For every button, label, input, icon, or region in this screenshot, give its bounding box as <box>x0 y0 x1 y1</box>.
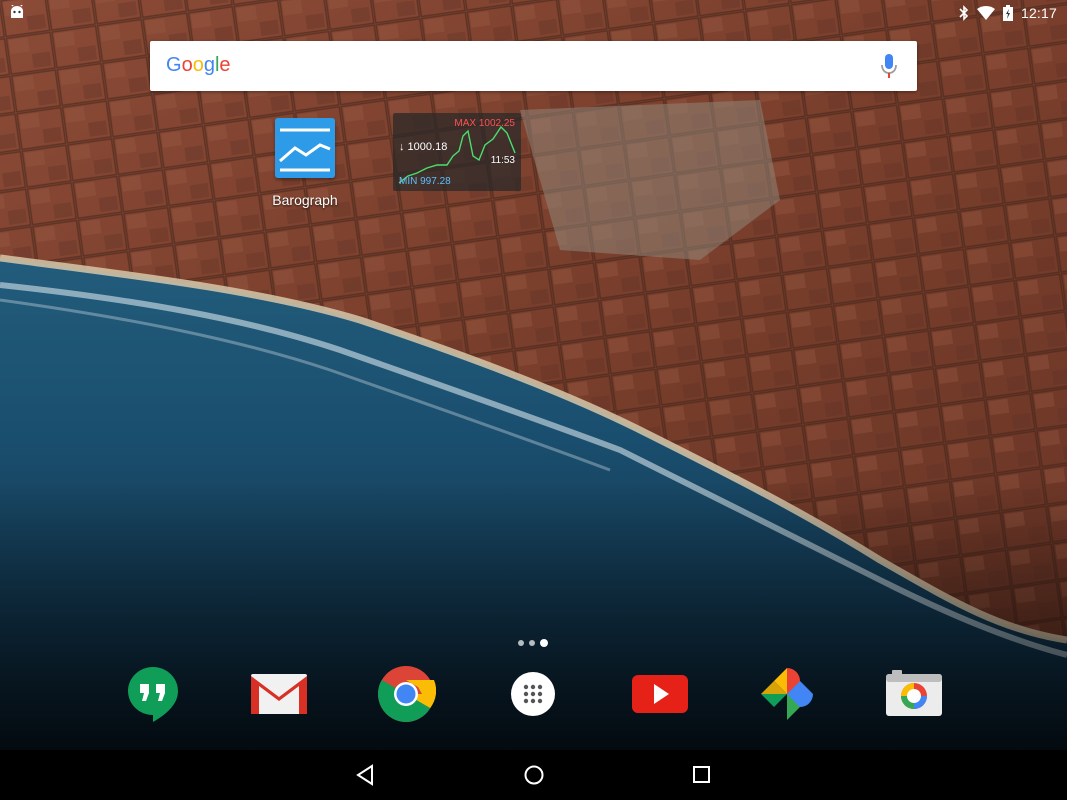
widget-min-label: MIN 997.28 <box>399 176 451 187</box>
wifi-icon <box>976 6 995 20</box>
page-indicator <box>518 639 548 647</box>
gmail-glyph <box>251 674 307 714</box>
hangouts-icon[interactable] <box>123 664 183 724</box>
app-drawer-glyph <box>511 672 555 716</box>
mic-icon[interactable] <box>881 53 897 79</box>
home-icon[interactable] <box>523 764 545 786</box>
page-dot-active <box>540 639 548 647</box>
camera-icon[interactable] <box>884 664 944 724</box>
navigation-bar <box>0 750 1067 800</box>
back-icon[interactable] <box>355 764 375 786</box>
barograph-widget[interactable]: MAX 1002.25 ↓ 1000.18 11:53 MIN 997.28 <box>393 113 521 191</box>
youtube-icon[interactable] <box>630 664 690 724</box>
android-notification-icon <box>11 5 23 18</box>
chrome-icon[interactable] <box>376 664 437 724</box>
battery-charging-icon <box>1002 5 1013 21</box>
widget-max-label: MAX 1002.25 <box>454 118 515 129</box>
youtube-glyph <box>632 675 688 713</box>
widget-time: 11:53 <box>490 155 515 166</box>
barograph-chart-icon <box>275 118 335 178</box>
photos-glyph <box>761 668 813 720</box>
google-logo: Google <box>166 54 231 77</box>
camera-glyph <box>886 670 942 716</box>
barograph-icon[interactable] <box>275 118 335 178</box>
google-logo-text: Google <box>166 54 231 76</box>
widget-current-value: ↓ 1000.18 <box>399 141 448 153</box>
page-dot <box>518 640 524 646</box>
google-search-bar[interactable]: Google <box>150 41 917 91</box>
hangouts-glyph <box>128 667 178 722</box>
status-icons: 12:17 <box>959 4 1057 22</box>
status-bar: 12:17 <box>0 0 1067 26</box>
chrome-glyph <box>378 666 437 722</box>
bluetooth-icon <box>959 5 969 21</box>
clock: 12:17 <box>1020 5 1057 21</box>
recents-icon[interactable] <box>692 764 712 786</box>
app-drawer-icon[interactable] <box>503 664 563 724</box>
barograph-label[interactable]: Barograph <box>262 192 348 208</box>
gmail-icon[interactable] <box>249 664 309 724</box>
photos-icon[interactable] <box>757 664 817 724</box>
page-dot <box>529 640 535 646</box>
